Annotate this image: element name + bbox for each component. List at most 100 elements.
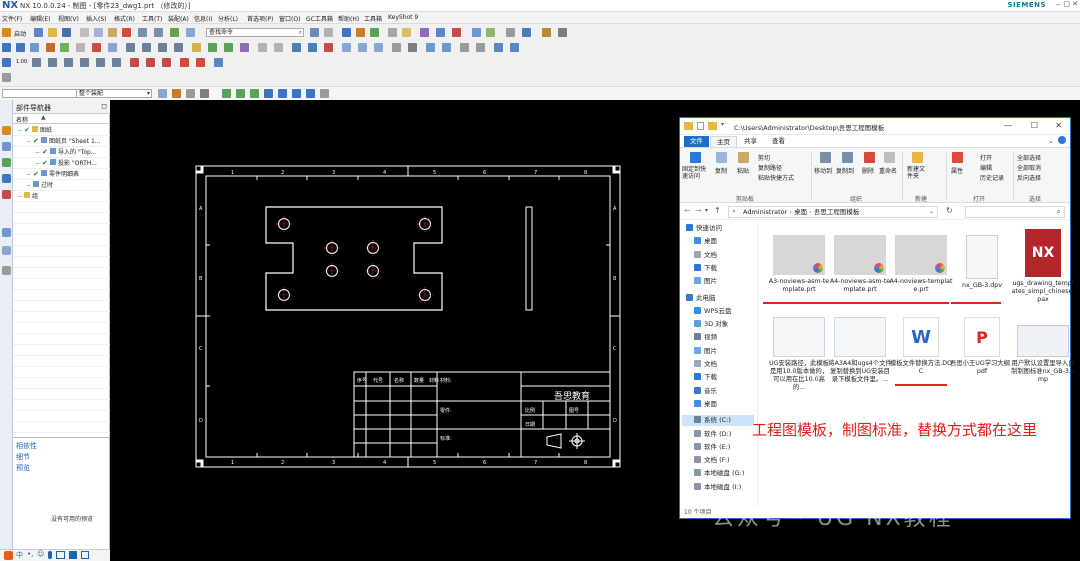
gc-delete-icon[interactable]	[180, 58, 189, 67]
expand-icon[interactable]: −	[26, 182, 33, 189]
tree-node[interactable]: − 组	[17, 192, 38, 201]
nav-item[interactable]: 文档	[694, 250, 717, 261]
cut-button[interactable]: 剪切	[758, 153, 770, 162]
breadcrumb-item[interactable]: 吾思工程图模板	[814, 208, 860, 216]
copy-icon[interactable]	[716, 152, 727, 163]
file-item[interactable]: 用户默认设置里导入自制制图标准nx_GB-3.bmp	[1011, 317, 1075, 384]
xyz-icon[interactable]	[392, 43, 401, 52]
tree-node[interactable]: − ✔ 图纸页 "Sheet 1...	[26, 137, 101, 146]
grid-icon[interactable]	[506, 28, 515, 37]
utility-icon[interactable]	[2, 73, 11, 82]
note-tool-icon[interactable]	[192, 43, 201, 52]
menu-insert[interactable]: 插入(S)	[86, 14, 107, 23]
menu-format[interactable]: 格式(R)	[114, 14, 135, 23]
nav-item[interactable]: 下载	[694, 263, 717, 274]
menu-keyshot[interactable]: KeyShot 9	[388, 14, 418, 21]
rapid-dim-icon[interactable]	[126, 43, 135, 52]
check-icon[interactable]: ✔	[33, 170, 41, 178]
sogou-icon[interactable]	[4, 551, 13, 560]
nav-item[interactable]: WPS云盘	[694, 306, 731, 317]
expand-icon[interactable]: −	[17, 127, 24, 134]
check-icon[interactable]: ✔	[33, 137, 41, 145]
chevron-down-icon[interactable]: ⌄	[929, 207, 934, 217]
sketch-icon[interactable]	[342, 43, 351, 52]
open-button[interactable]: 打开	[980, 153, 992, 162]
file-item[interactable]: NX ugs_drawing_templates_simpl_chinese.pa…	[1011, 229, 1075, 304]
note-icon[interactable]	[388, 28, 397, 37]
nav-item[interactable]: 此电脑	[686, 293, 716, 304]
gc-dim-5-icon[interactable]	[96, 58, 105, 67]
nav-item[interactable]: 图片	[694, 346, 717, 357]
properties-icon[interactable]	[952, 152, 963, 163]
ime-keyboard-icon[interactable]	[56, 551, 65, 559]
fcf-icon[interactable]	[208, 43, 217, 52]
section-view-icon[interactable]	[46, 43, 55, 52]
nav-item[interactable]: 桌面	[694, 236, 717, 247]
crosshatch-icon[interactable]	[274, 43, 283, 52]
nav-item[interactable]: 下载	[694, 372, 717, 383]
print-icon[interactable]	[494, 43, 503, 52]
command-search-input[interactable]: 查找命令 ⌕	[206, 28, 304, 37]
linear-dim-icon[interactable]	[142, 43, 151, 52]
datum-icon[interactable]	[224, 43, 233, 52]
window-icon[interactable]	[186, 28, 195, 37]
menu-preferences[interactable]: 首选项(P)	[247, 14, 273, 23]
redo-icon[interactable]	[154, 28, 163, 37]
new-sheet-icon[interactable]	[2, 43, 11, 52]
edit-button[interactable]: 编辑	[980, 163, 992, 172]
maximize-icon[interactable]: ☐	[1031, 121, 1038, 130]
tree-node[interactable]: − 过时	[26, 181, 53, 190]
copy-to-button[interactable]: 复制到	[836, 166, 854, 175]
start-label[interactable]: 启动	[14, 29, 26, 38]
nav-item[interactable]: 本地磁盘 (G:)	[694, 468, 744, 479]
analyze-icon[interactable]	[452, 28, 461, 37]
paste-shortcut-button[interactable]: 粘贴快捷方式	[758, 173, 794, 182]
customize-icon[interactable]: ▾	[721, 121, 724, 128]
menu-assembly[interactable]: 装配(A)	[168, 14, 189, 23]
menu-file[interactable]: 文件(F)	[2, 14, 22, 23]
ime-voice-icon[interactable]	[48, 551, 52, 559]
recent-icon[interactable]: ▾	[705, 207, 708, 214]
sort-icon[interactable]: ▲	[41, 114, 46, 121]
sheet-icon[interactable]	[522, 28, 531, 37]
new-icon[interactable]	[34, 28, 43, 37]
expand-icon[interactable]: −	[26, 171, 33, 178]
cut-icon[interactable]	[80, 28, 89, 37]
nav-item[interactable]: 音乐	[694, 386, 717, 397]
file-item[interactable]: 将A3A4和ugs4个文件复制替换到UG安装目录下模板文件里。...	[828, 317, 892, 384]
snap-end-icon[interactable]	[222, 89, 231, 98]
move-to-icon[interactable]	[820, 152, 831, 163]
view-style-icon[interactable]	[108, 43, 117, 52]
tab-file[interactable]: 文件	[684, 136, 709, 147]
copy-icon[interactable]	[94, 28, 103, 37]
gc-dim-6-icon[interactable]	[112, 58, 121, 67]
angular-dim-icon[interactable]	[174, 43, 183, 52]
nav-item[interactable]: 软件 (E:)	[694, 442, 730, 453]
panel-dependencies[interactable]: 相依性	[16, 441, 37, 451]
update-view-icon[interactable]	[92, 43, 101, 52]
menu-view[interactable]: 视图(V)	[58, 14, 79, 23]
snap-more-icon[interactable]	[320, 89, 329, 98]
touch-mode-icon[interactable]	[170, 28, 179, 37]
panel-preview[interactable]: 预览	[16, 463, 30, 473]
file-item[interactable]: W 模板文件替换方法.DOC	[889, 317, 953, 376]
properties-button[interactable]: 属性	[951, 166, 963, 175]
menu-gc-toolbox[interactable]: GC工具箱	[306, 14, 333, 23]
delete-icon[interactable]	[864, 152, 875, 163]
expand-icon[interactable]: −	[35, 160, 42, 167]
file-item[interactable]: A4-noviews-template.prt	[889, 235, 953, 294]
file-item[interactable]: nx_GB-3.dpv	[950, 235, 1014, 290]
symbol-icon[interactable]	[402, 28, 411, 37]
undo-icon[interactable]	[138, 28, 147, 37]
mirror-icon[interactable]	[442, 43, 451, 52]
expand-ribbon-icon[interactable]: ⌄	[1048, 137, 1054, 145]
search-input[interactable]: ⌕	[965, 206, 1065, 218]
tabular-note-icon[interactable]	[292, 43, 301, 52]
nav-item[interactable]: 系统 (C:)	[682, 415, 754, 427]
gc-scale-label[interactable]: 1.00	[16, 59, 27, 65]
select-all-button[interactable]: 全部选择	[1017, 153, 1041, 162]
new-folder-quick-icon[interactable]	[708, 122, 717, 130]
gc-dim-2-icon[interactable]	[48, 58, 57, 67]
ime-chinese-icon[interactable]: 中	[16, 550, 23, 560]
filter-icon[interactable]	[158, 89, 167, 98]
